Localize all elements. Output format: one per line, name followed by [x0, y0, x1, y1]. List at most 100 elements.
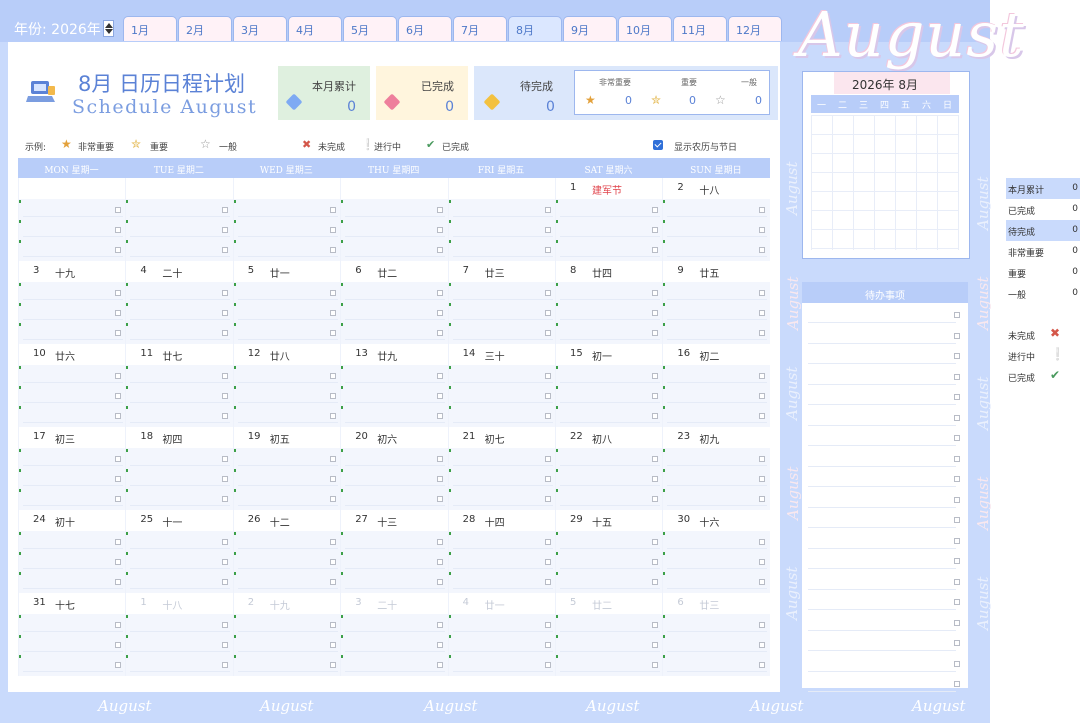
day-cell[interactable]: 1 十八: [125, 593, 234, 676]
task-checkbox[interactable]: [544, 413, 551, 419]
task-checkbox[interactable]: [437, 539, 444, 545]
year-spinner[interactable]: [103, 20, 114, 37]
task-checkbox[interactable]: [544, 456, 551, 462]
task-checkbox[interactable]: [544, 579, 551, 585]
task-checkbox[interactable]: [437, 393, 444, 399]
task-checkbox[interactable]: [329, 559, 336, 565]
task-checkbox[interactable]: [544, 247, 551, 253]
task-checkbox[interactable]: [652, 662, 658, 668]
task-checkbox[interactable]: [437, 373, 444, 379]
task-checkbox[interactable]: [115, 227, 121, 233]
task-checkbox[interactable]: [759, 330, 766, 336]
day-tasks[interactable]: [126, 448, 234, 510]
task-checkbox[interactable]: [222, 559, 229, 565]
day-cell[interactable]: 5 廿一: [232, 261, 341, 344]
task-checkbox[interactable]: [652, 476, 658, 482]
todo-checkbox[interactable]: [954, 394, 960, 400]
day-tasks[interactable]: [556, 365, 663, 427]
task-checkbox[interactable]: [652, 622, 658, 628]
task-checkbox[interactable]: [115, 539, 121, 545]
task-checkbox[interactable]: [115, 662, 121, 668]
task-checkbox[interactable]: [222, 413, 229, 419]
task-checkbox[interactable]: [222, 290, 229, 296]
task-checkbox[interactable]: [222, 539, 229, 545]
day-tasks[interactable]: [448, 365, 556, 427]
task-checkbox[interactable]: [115, 496, 121, 502]
task-checkbox[interactable]: [437, 290, 444, 296]
task-checkbox[interactable]: [437, 413, 444, 419]
task-checkbox[interactable]: [544, 559, 551, 565]
task-checkbox[interactable]: [759, 393, 766, 399]
day-cell[interactable]: [232, 178, 341, 261]
day-cell[interactable]: 26 十二: [232, 510, 341, 593]
day-cell[interactable]: 29 十五: [555, 510, 663, 593]
task-checkbox[interactable]: [222, 330, 229, 336]
task-checkbox[interactable]: [759, 456, 766, 462]
month-tab[interactable]: 9月: [563, 16, 617, 41]
day-cell[interactable]: [125, 178, 234, 261]
task-checkbox[interactable]: [652, 559, 658, 565]
todo-checkbox[interactable]: [954, 578, 960, 585]
month-tab[interactable]: 8月: [508, 16, 562, 41]
day-cell[interactable]: 17 初三: [18, 427, 126, 510]
task-checkbox[interactable]: [437, 330, 444, 336]
task-checkbox[interactable]: [329, 373, 336, 379]
day-cell[interactable]: 8 廿四: [555, 261, 663, 344]
day-tasks[interactable]: [448, 199, 556, 261]
day-tasks[interactable]: [126, 282, 234, 344]
day-tasks[interactable]: [341, 614, 449, 676]
task-checkbox[interactable]: [222, 393, 229, 399]
task-checkbox[interactable]: [222, 642, 229, 648]
task-checkbox[interactable]: [329, 662, 336, 668]
task-checkbox[interactable]: [329, 579, 336, 585]
day-cell[interactable]: 13 廿九: [340, 344, 449, 427]
day-cell[interactable]: 16 初二: [662, 344, 771, 427]
task-checkbox[interactable]: [759, 579, 766, 585]
day-cell[interactable]: 1 建军节: [555, 178, 663, 261]
day-cell[interactable]: 4 二十: [125, 261, 234, 344]
task-checkbox[interactable]: [437, 622, 444, 628]
task-checkbox[interactable]: [222, 227, 229, 233]
day-tasks[interactable]: [556, 199, 663, 261]
day-cell[interactable]: 21 初七: [447, 427, 556, 510]
task-checkbox[interactable]: [115, 247, 121, 253]
day-cell[interactable]: 12 廿八: [232, 344, 341, 427]
task-checkbox[interactable]: [329, 642, 336, 648]
day-tasks[interactable]: [19, 531, 126, 593]
day-tasks[interactable]: [341, 282, 449, 344]
day-tasks[interactable]: [556, 282, 663, 344]
month-tab[interactable]: 2月: [178, 16, 232, 41]
day-tasks[interactable]: [663, 365, 771, 427]
task-checkbox[interactable]: [544, 330, 551, 336]
todo-checkbox[interactable]: [954, 517, 960, 523]
task-checkbox[interactable]: [759, 559, 766, 565]
todo-checkbox[interactable]: [954, 537, 960, 544]
month-tab[interactable]: 3月: [233, 16, 287, 41]
day-cell[interactable]: 22 初八: [555, 427, 663, 510]
task-checkbox[interactable]: [437, 247, 444, 253]
day-tasks[interactable]: [126, 199, 234, 261]
task-checkbox[interactable]: [115, 310, 121, 316]
day-cell[interactable]: 27 十三: [340, 510, 449, 593]
day-tasks[interactable]: [663, 282, 771, 344]
task-checkbox[interactable]: [115, 559, 121, 565]
task-checkbox[interactable]: [759, 622, 766, 628]
task-checkbox[interactable]: [437, 559, 444, 565]
task-checkbox[interactable]: [115, 207, 121, 213]
task-checkbox[interactable]: [652, 393, 658, 399]
day-tasks[interactable]: [448, 531, 556, 593]
day-tasks[interactable]: [233, 365, 341, 427]
task-checkbox[interactable]: [329, 247, 336, 253]
month-tab[interactable]: 10月: [618, 16, 672, 41]
task-checkbox[interactable]: [544, 393, 551, 399]
task-checkbox[interactable]: [115, 642, 121, 648]
task-checkbox[interactable]: [544, 539, 551, 545]
task-checkbox[interactable]: [115, 373, 121, 379]
day-cell[interactable]: 20 初六: [340, 427, 449, 510]
task-checkbox[interactable]: [544, 373, 551, 379]
task-checkbox[interactable]: [759, 247, 766, 253]
task-checkbox[interactable]: [115, 290, 121, 296]
month-tab[interactable]: 1月: [123, 16, 177, 41]
day-tasks[interactable]: [19, 282, 126, 344]
task-checkbox[interactable]: [329, 456, 336, 462]
